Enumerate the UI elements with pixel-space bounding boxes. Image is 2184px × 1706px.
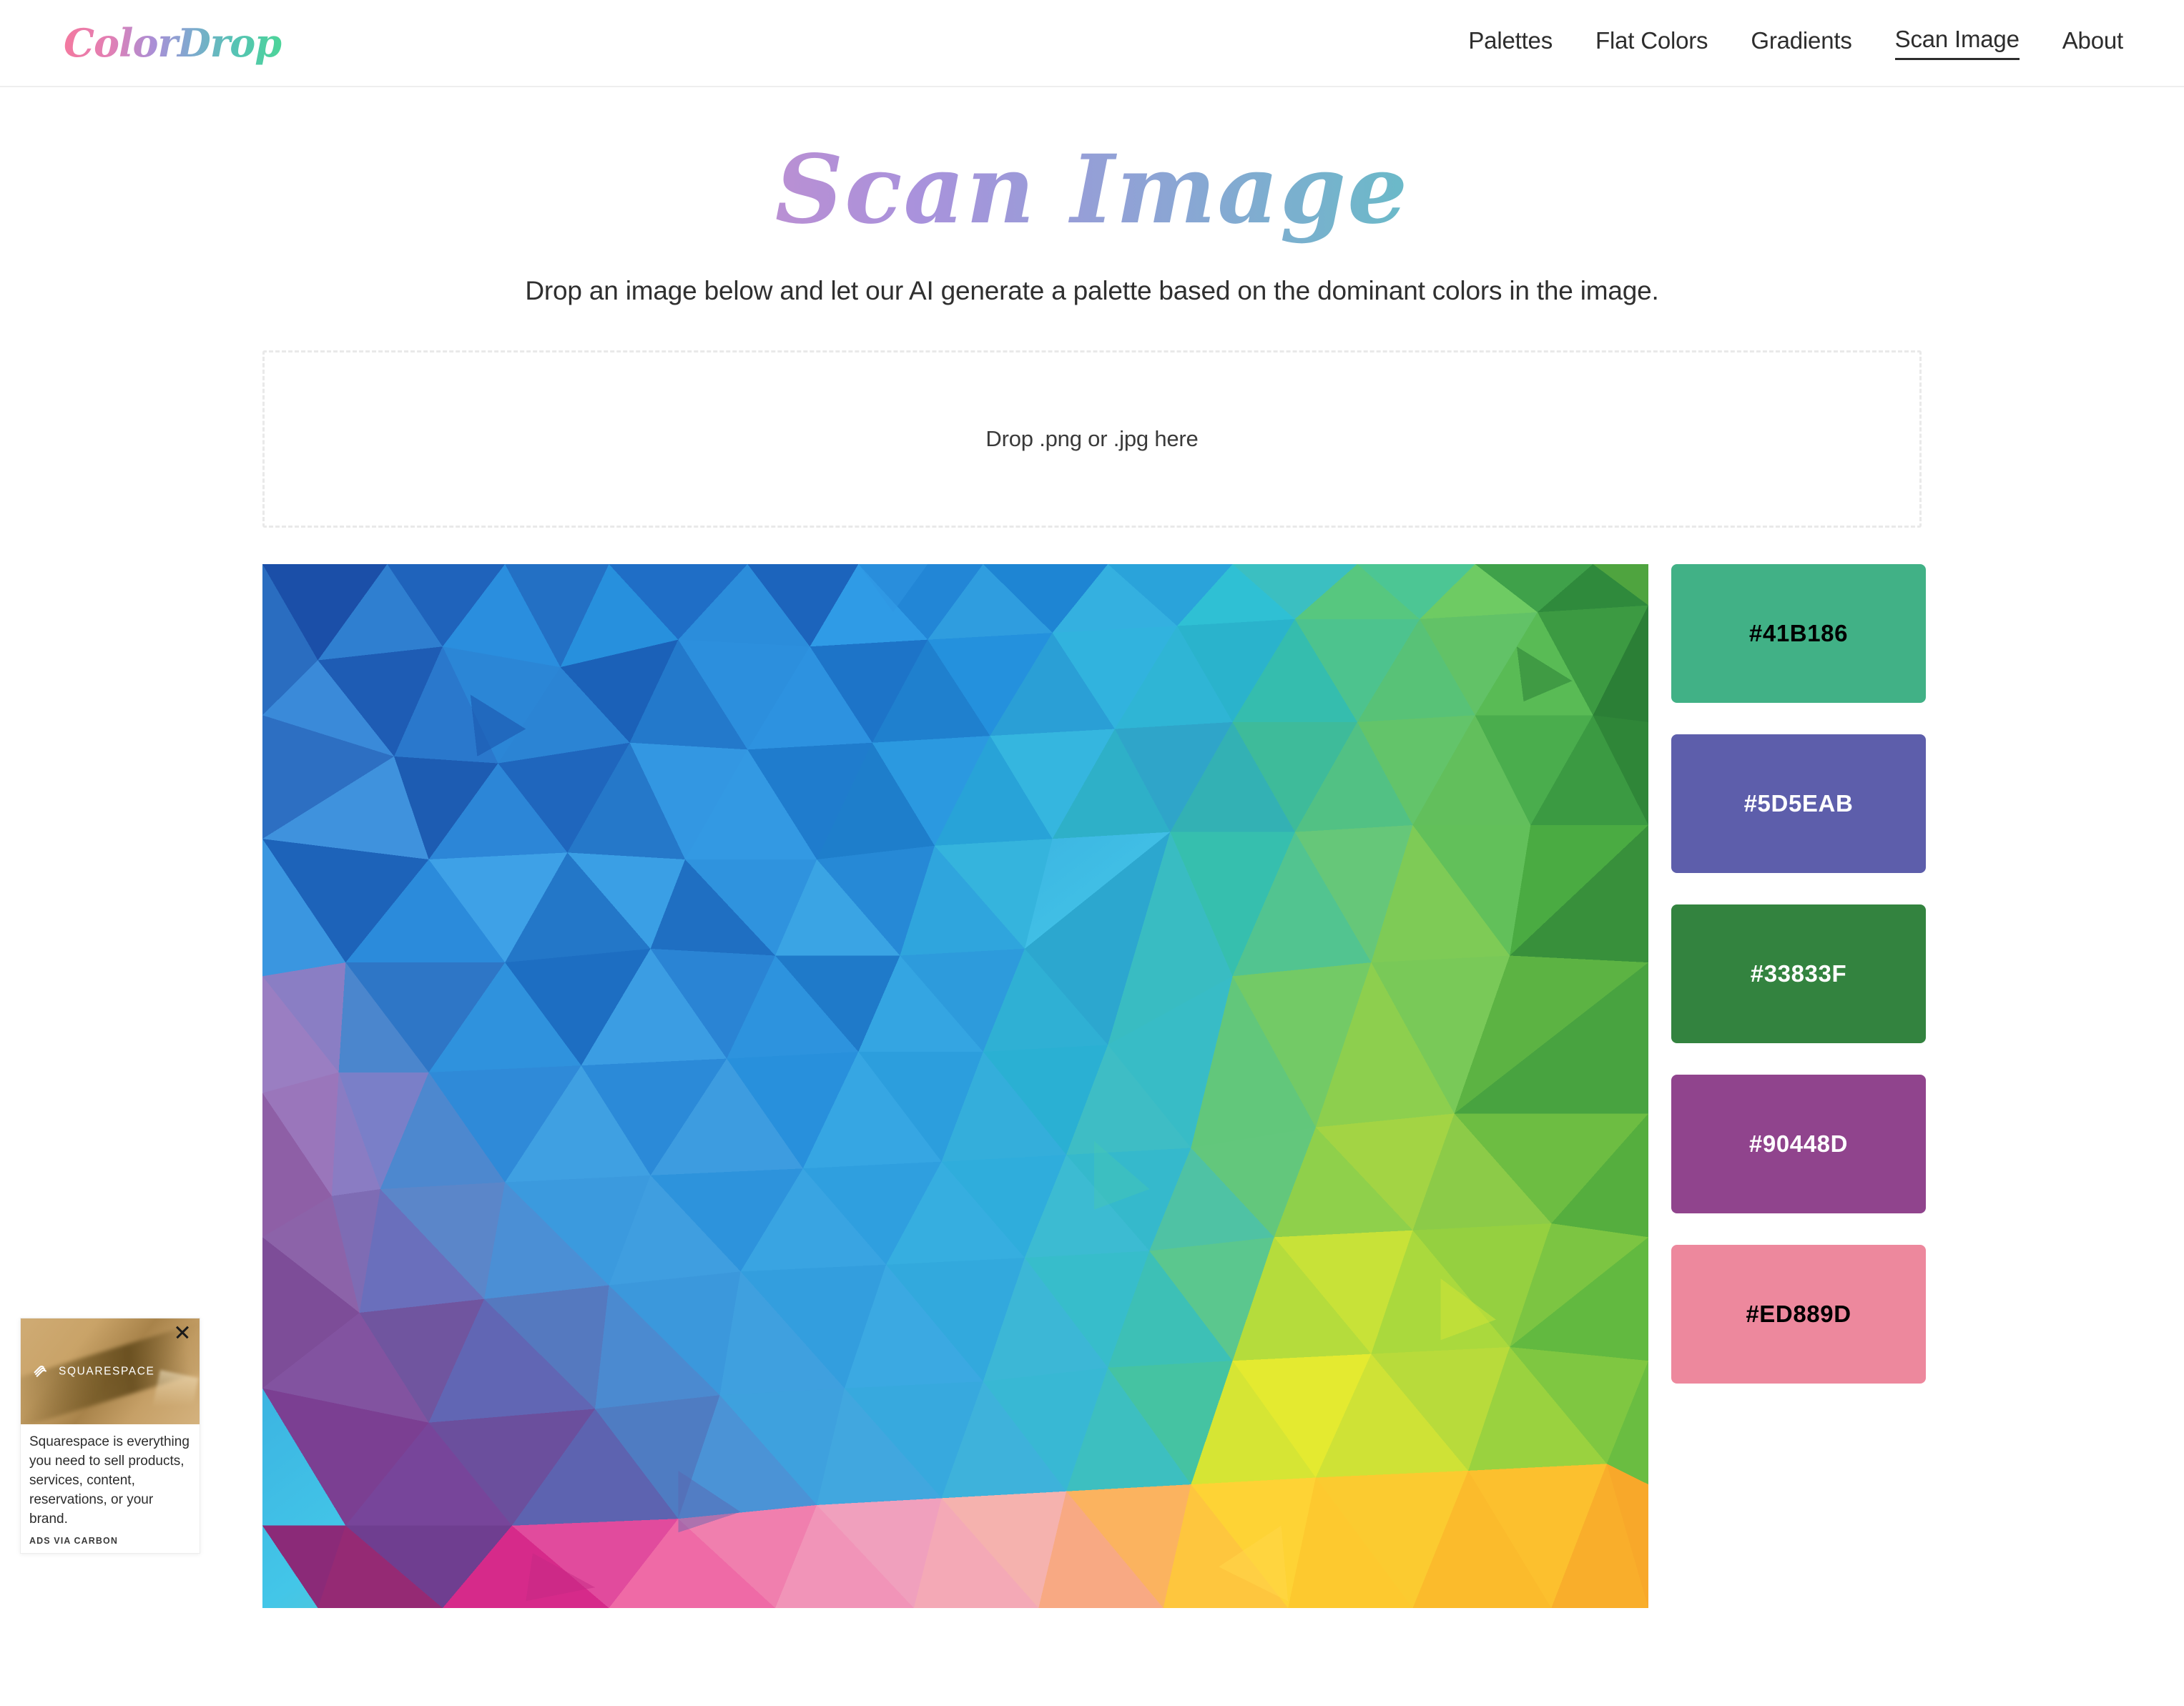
ad-body: Squarespace is everything you need to se… [21, 1424, 200, 1553]
squarespace-logo-icon [34, 1366, 46, 1377]
swatch-hex-label: #33833F [1750, 960, 1847, 987]
ad-powered-by[interactable]: ADS VIA CARBON [29, 1536, 191, 1546]
nav-item-flat-colors[interactable]: Flat Colors [1595, 27, 1708, 59]
palette-swatch[interactable]: #33833F [1671, 904, 1926, 1043]
swatch-hex-label: #90448D [1748, 1130, 1849, 1157]
nav-item-palettes[interactable]: Palettes [1468, 27, 1553, 59]
ad-brand: SQUARESPACE [32, 1362, 154, 1381]
ad-brand-wordmark: SQUARESPACE [59, 1365, 155, 1377]
lowpoly-mosaic [262, 563, 1648, 1608]
swatch-hex-label: #ED889D [1746, 1300, 1851, 1327]
dropzone-label: Drop .png or .jpg here [985, 425, 1199, 451]
palette-swatch[interactable]: #90448D [1671, 1074, 1926, 1213]
nav-item-scan-image[interactable]: Scan Image [1894, 26, 2020, 60]
main-navigation: Palettes Flat Colors Gradients Scan Imag… [1468, 26, 2123, 60]
palette-swatch[interactable]: #5D5EAB [1671, 734, 1926, 873]
image-dropzone[interactable]: Drop .png or .jpg here [262, 350, 1922, 528]
site-header: ColorDrop Palettes Flat Colors Gradients… [0, 0, 2184, 87]
page-title: Scan Image [0, 129, 2184, 257]
page-subtitle: Drop an image below and let our AI gener… [525, 275, 1659, 305]
close-icon[interactable] [173, 1323, 192, 1341]
main-content: Scan Image Drop an image below and let o… [0, 87, 2184, 1608]
palette-swatch[interactable]: #ED889D [1671, 1244, 1926, 1384]
ad-image-highlight [150, 1369, 199, 1422]
dropzone-wrapper: Drop .png or .jpg here [262, 350, 1922, 528]
image-preview [262, 563, 1648, 1608]
palette-swatch-list: #41B186 #5D5EAB #33833F #90448D #ED889D [1671, 563, 1926, 1384]
nav-item-about[interactable]: About [2062, 27, 2123, 59]
site-logo[interactable]: ColorDrop [61, 19, 284, 66]
swatch-hex-label: #5D5EAB [1743, 789, 1854, 817]
ad-text[interactable]: Squarespace is everything you need to se… [29, 1433, 191, 1529]
palette-swatch[interactable]: #41B186 [1671, 563, 1926, 703]
nav-item-gradients[interactable]: Gradients [1751, 27, 1851, 59]
ad-image[interactable]: SQUARESPACE [21, 1318, 200, 1424]
scan-results: #41B186 #5D5EAB #33833F #90448D #ED889D [262, 563, 1926, 1608]
swatch-hex-label: #41B186 [1748, 619, 1849, 646]
carbon-ad: SQUARESPACE Squarespace is everything yo… [20, 1318, 200, 1554]
